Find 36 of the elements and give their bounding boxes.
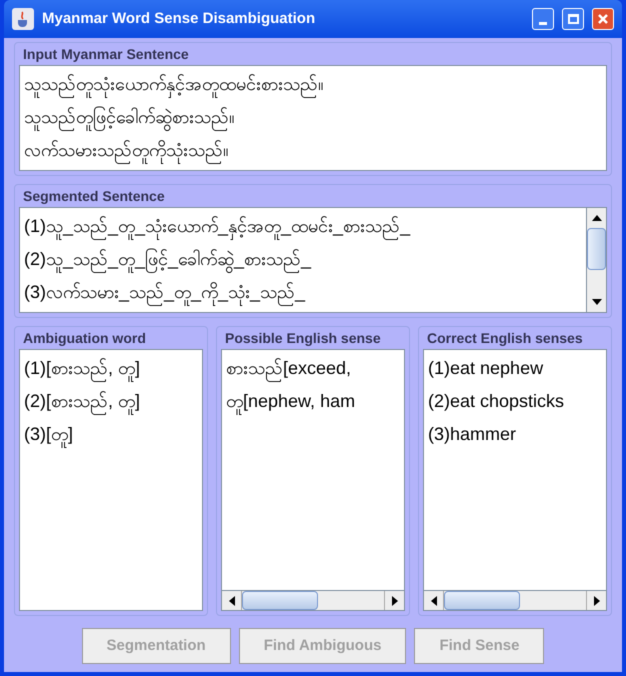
right-arrow-icon: [392, 596, 398, 606]
panel-title: Correct English senses: [426, 329, 584, 348]
panel-title: Segmented Sentence: [22, 187, 166, 206]
list-item: (1)[စားသည်, တူ]: [24, 352, 198, 385]
list-item: (1)eat nephew: [428, 357, 544, 380]
up-arrow-icon: [592, 215, 602, 221]
left-arrow-icon: [430, 596, 436, 606]
panel-title: Ambiguation word: [22, 329, 147, 348]
sentence-line: သူသည်တူသုံးယောက်နှင့်အတူထမင်းစားသည်။: [24, 68, 602, 101]
right-arrow-icon: [594, 596, 600, 606]
segmented-line: (1)သူ_သည်_တူ_သုံးယောက်_နှင့်အတူ_ထမင်း_စားသည်_: [24, 210, 582, 243]
horizontal-scrollbar[interactable]: [222, 590, 404, 610]
list-item: (3)hammer: [428, 423, 518, 446]
close-button[interactable]: [592, 8, 614, 30]
list-item: (3)[တူ]: [24, 418, 198, 451]
panel-title: Input Myanmar Sentence: [22, 45, 190, 64]
input-text-area[interactable]: သူသည်တူသုံးယောက်နှင့်အတူထမင်းစားသည်။ သူသည်တူဖြင့်ခေါက်ဆွဲစားသည်။ လက်သမားသည်တူကိုသုံးသည်။: [19, 65, 607, 171]
vertical-scrollbar[interactable]: [586, 208, 606, 312]
left-arrow-icon: [228, 596, 234, 606]
down-arrow-icon: [592, 299, 602, 305]
list-item: စားသည်[exceed,: [226, 352, 400, 385]
list-item: တူ[nephew, ham: [226, 385, 400, 418]
horizontal-scrollbar[interactable]: [424, 590, 606, 610]
sentence-line: လက်သမားသည်တူကိုသုံးသည်။: [24, 134, 602, 167]
list-item: (2)eat chopsticks: [428, 390, 566, 413]
close-icon: [597, 13, 609, 25]
segmented-line: (2)သူ_သည်_တူ_ဖြင့်_ခေါက်ဆွဲ_စားသည်_: [24, 243, 582, 276]
result-list[interactable]: (1)[စားသည်, တူ] (2)[စားသည်, တူ] (3)[တူ]: [20, 350, 202, 610]
maximize-button[interactable]: [562, 8, 584, 30]
java-cup-icon: [12, 8, 34, 30]
list-item: (2)[စားသည်, တူ]: [24, 385, 198, 418]
panel-title: Possible English sense: [224, 329, 382, 348]
sentence-line: သူသည်တူဖြင့်ခေါက်ဆွဲစားသည်။: [24, 101, 602, 134]
window-title: Myanmar Word Sense Disambiguation: [42, 8, 316, 29]
minimize-button[interactable]: [532, 8, 554, 30]
segmented-line: (3)လက်သမား_သည်_တူ_ကို_သုံး_သည်_: [24, 276, 582, 309]
